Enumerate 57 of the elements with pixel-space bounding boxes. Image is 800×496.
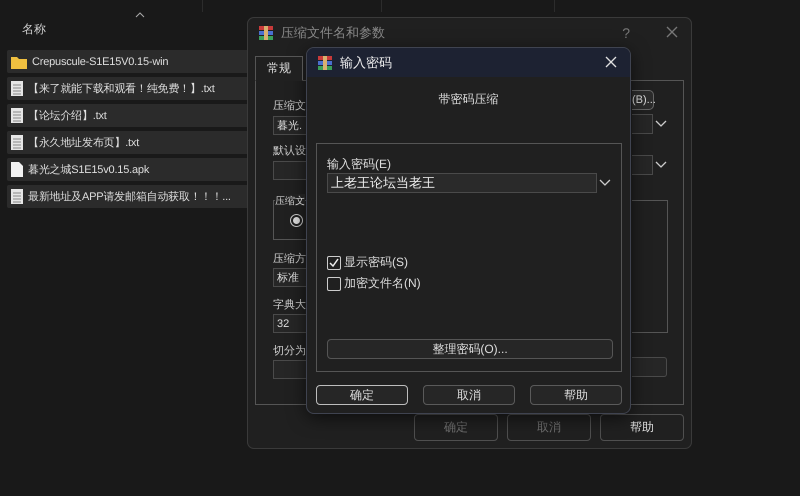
- text-file-icon: [11, 135, 23, 150]
- file-name: 暮光之城S1E15v0.15.apk: [28, 162, 150, 177]
- field-label: 输入密码(E): [327, 156, 392, 171]
- archive-books-icon: [317, 54, 333, 70]
- sort-caret-icon[interactable]: [135, 12, 145, 18]
- checkbox[interactable]: [327, 256, 341, 270]
- chevron-down-icon[interactable]: [599, 177, 611, 187]
- field-label: 字典大: [273, 298, 307, 311]
- checkbox[interactable]: [327, 276, 341, 290]
- file-row[interactable]: Crepuscule-S1E15V0.15-win: [7, 50, 250, 73]
- folder-icon: [11, 54, 27, 68]
- file-icon: [11, 162, 23, 177]
- dialog-button[interactable]: 帮助: [600, 414, 684, 441]
- dialog-button[interactable]: 帮助: [530, 385, 622, 405]
- text-file-icon: [11, 108, 23, 123]
- field-label: 默认设: [273, 144, 307, 157]
- dropdown-field[interactable]: [273, 161, 307, 180]
- dialog-button[interactable]: 确定: [316, 385, 408, 405]
- chevron-down-icon[interactable]: [655, 159, 667, 169]
- file-row[interactable]: 【永久地址发布页】.txt: [7, 131, 250, 154]
- file-name: 最新地址及APP请发邮箱自动获取！！！...: [28, 190, 231, 204]
- checkbox-label[interactable]: 显示密码(S): [344, 254, 408, 271]
- text-file-icon: [11, 81, 23, 96]
- password-field[interactable]: 上老王论坛当老王: [327, 173, 598, 193]
- input-field[interactable]: [632, 357, 667, 377]
- field-label: 压缩方: [273, 252, 307, 265]
- dropdown-field[interactable]: 暮光.: [273, 116, 307, 135]
- window-title: 压缩文件名和参数: [281, 24, 386, 42]
- radio-button[interactable]: [290, 214, 303, 226]
- file-row[interactable]: 【论坛介绍】.txt: [7, 104, 250, 127]
- file-name: Crepuscule-S1E15V0.15-win: [32, 56, 168, 68]
- text-file-icon: [11, 189, 23, 204]
- input-field[interactable]: 32: [273, 314, 307, 333]
- dropdown-field[interactable]: [632, 114, 653, 134]
- file-name: 【永久地址发布页】.txt: [28, 136, 140, 150]
- tab[interactable]: 常规: [255, 56, 303, 81]
- dropdown-field[interactable]: [632, 155, 653, 175]
- group-label: 压缩文: [275, 194, 305, 206]
- file-row[interactable]: 暮光之城S1E15v0.15.apk: [7, 158, 250, 181]
- dialog-heading: 带密码压缩: [438, 91, 500, 107]
- input-field[interactable]: [273, 360, 307, 379]
- archive-books-icon: [258, 24, 274, 40]
- help-button[interactable]: ?: [622, 24, 630, 40]
- chevron-down-icon[interactable]: [655, 118, 667, 128]
- column-header[interactable]: 名称: [22, 20, 46, 38]
- file-name: 【论坛介绍】.txt: [28, 108, 107, 123]
- checkbox-label[interactable]: 加密文件名(N): [344, 275, 421, 292]
- organize-button[interactable]: 整理密码(O)...: [327, 339, 613, 359]
- dialog-button[interactable]: 取消: [423, 385, 515, 405]
- field-label: 切分为: [273, 344, 307, 357]
- file-name: 【来了就能下载和观看！纯免费！】.txt: [28, 82, 215, 96]
- file-row[interactable]: 【来了就能下载和观看！纯免费！】.txt: [7, 77, 250, 100]
- browse-button[interactable]: (B)...: [632, 90, 654, 110]
- dialog-title: 输入密码: [340, 54, 393, 72]
- field-label: 压缩文: [273, 98, 307, 112]
- file-row[interactable]: 最新地址及APP请发邮箱自动获取！！！...: [7, 185, 250, 208]
- input-field[interactable]: 标准: [273, 268, 307, 287]
